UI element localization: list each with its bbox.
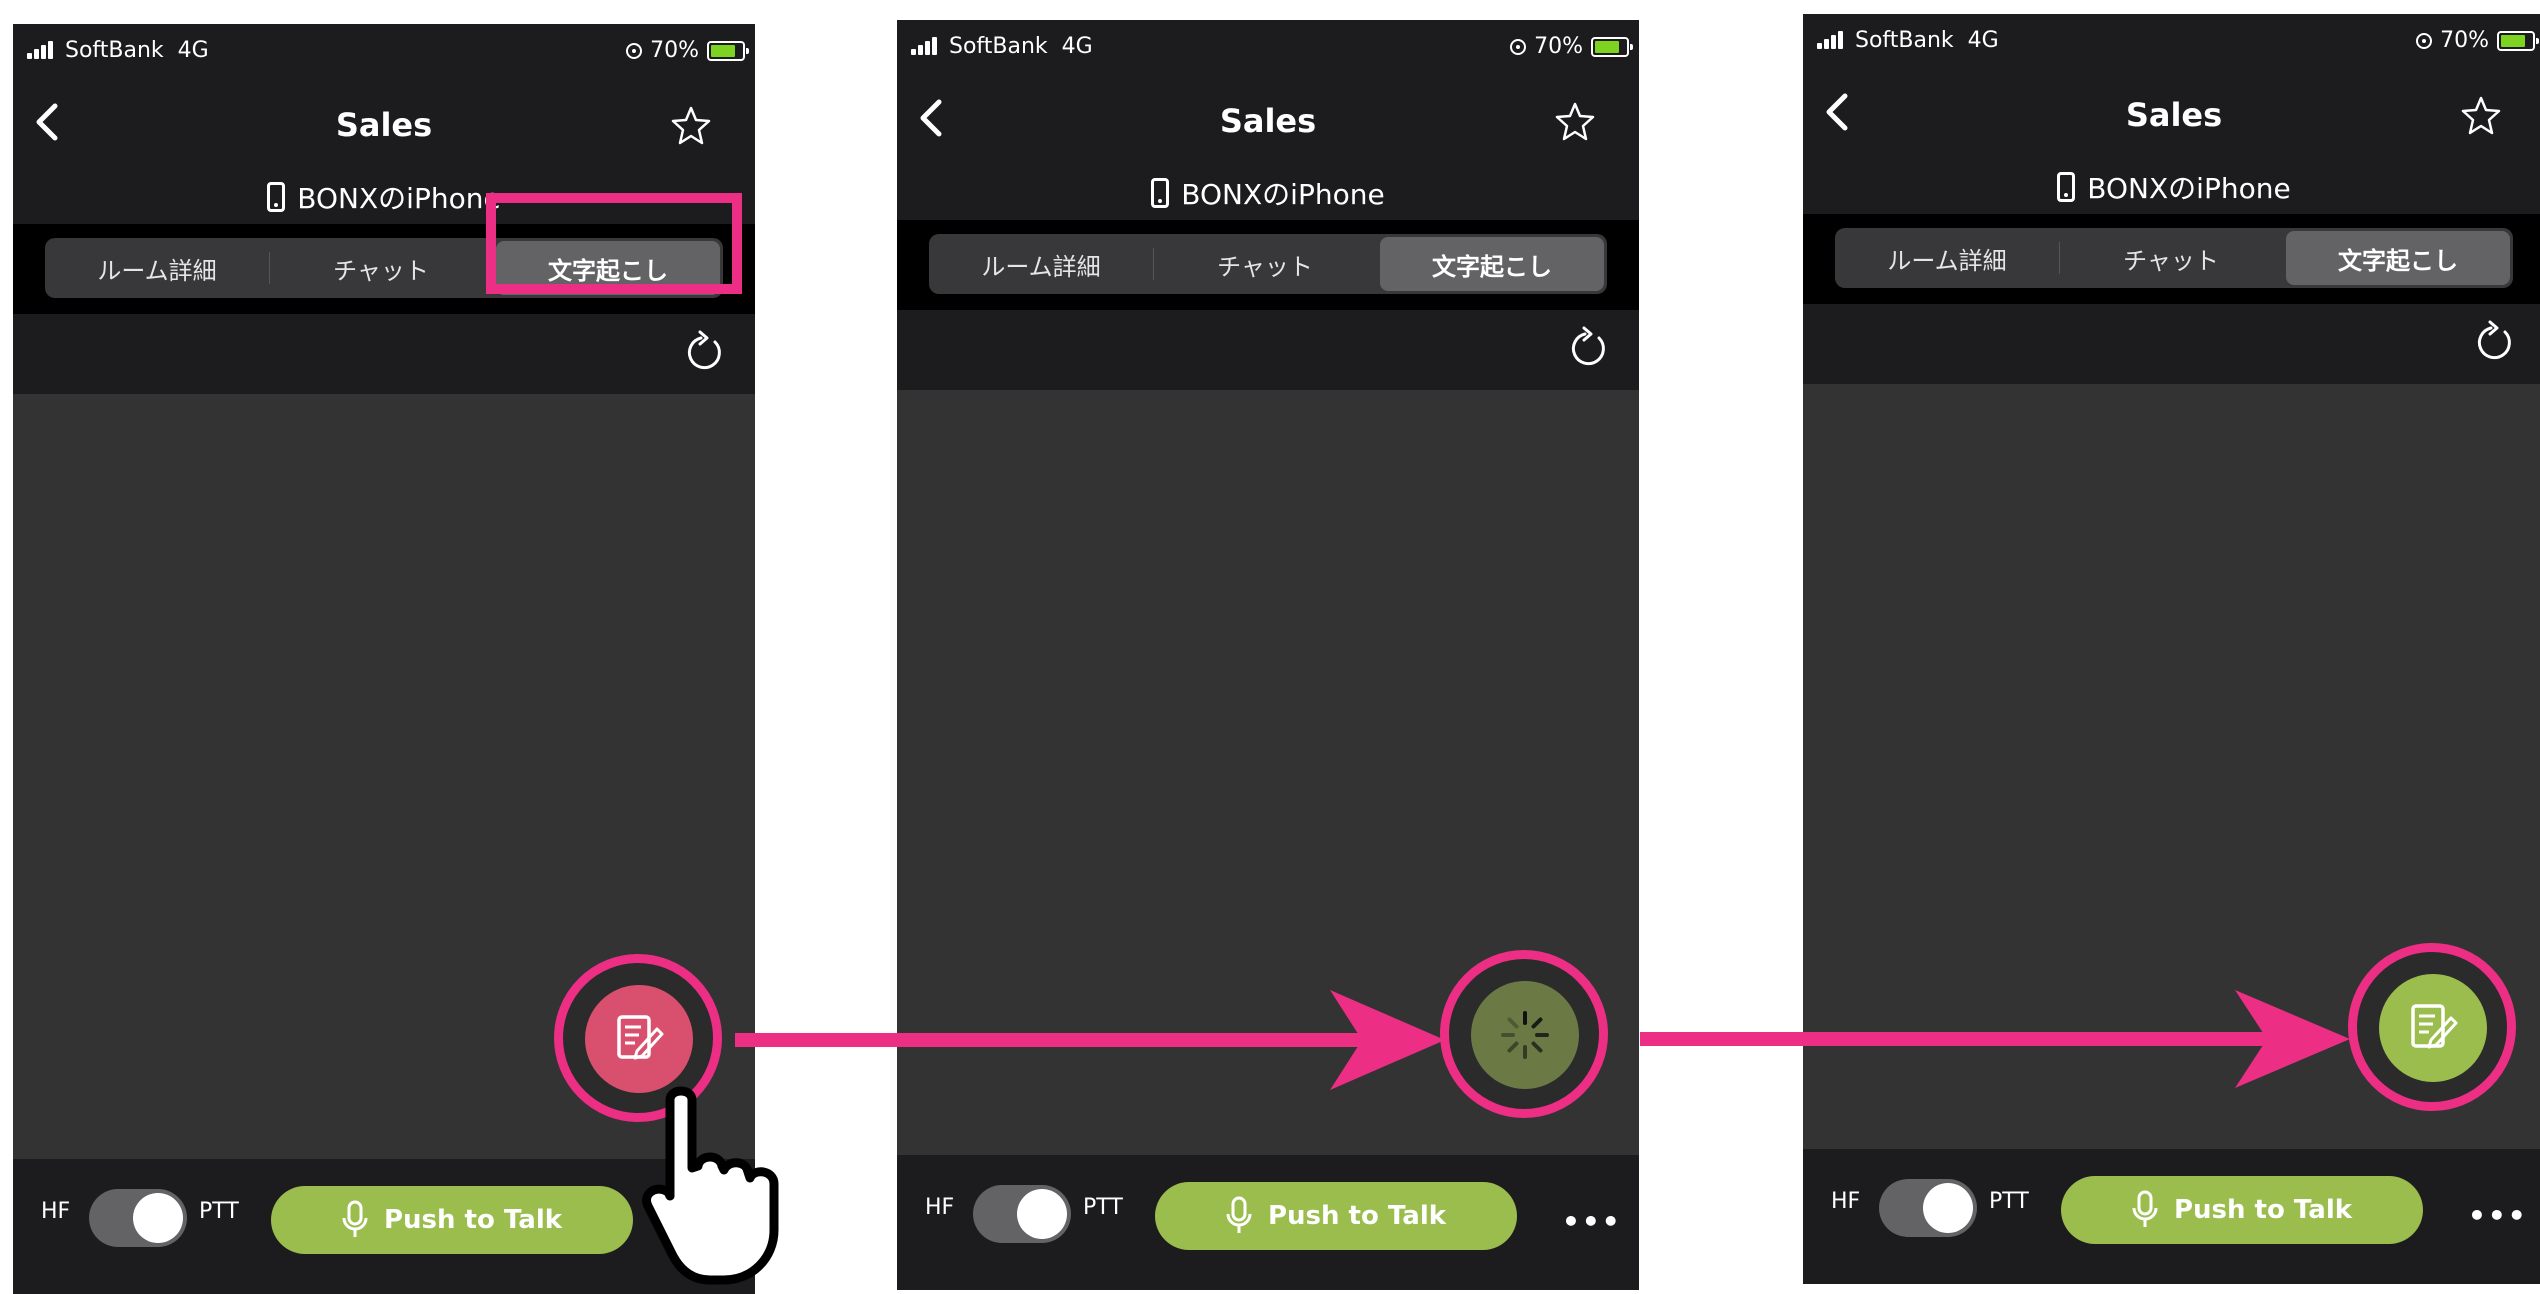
transcribe-toggle-button-loading: [1471, 981, 1579, 1089]
step-arrows: [735, 990, 2350, 1090]
pointing-hand-icon: [642, 1086, 779, 1285]
arrow-right-icon: [1640, 990, 2350, 1088]
loading-spinner-icon: [1501, 1011, 1549, 1059]
transcribe-memo-icon: [617, 1015, 664, 1060]
transcribe-toggle-button-off[interactable]: [585, 985, 693, 1093]
transcribe-memo-icon: [2411, 1004, 2458, 1049]
arrow-right-icon: [735, 990, 1445, 1090]
transcribe-toggle-button-on[interactable]: [2379, 974, 2487, 1082]
